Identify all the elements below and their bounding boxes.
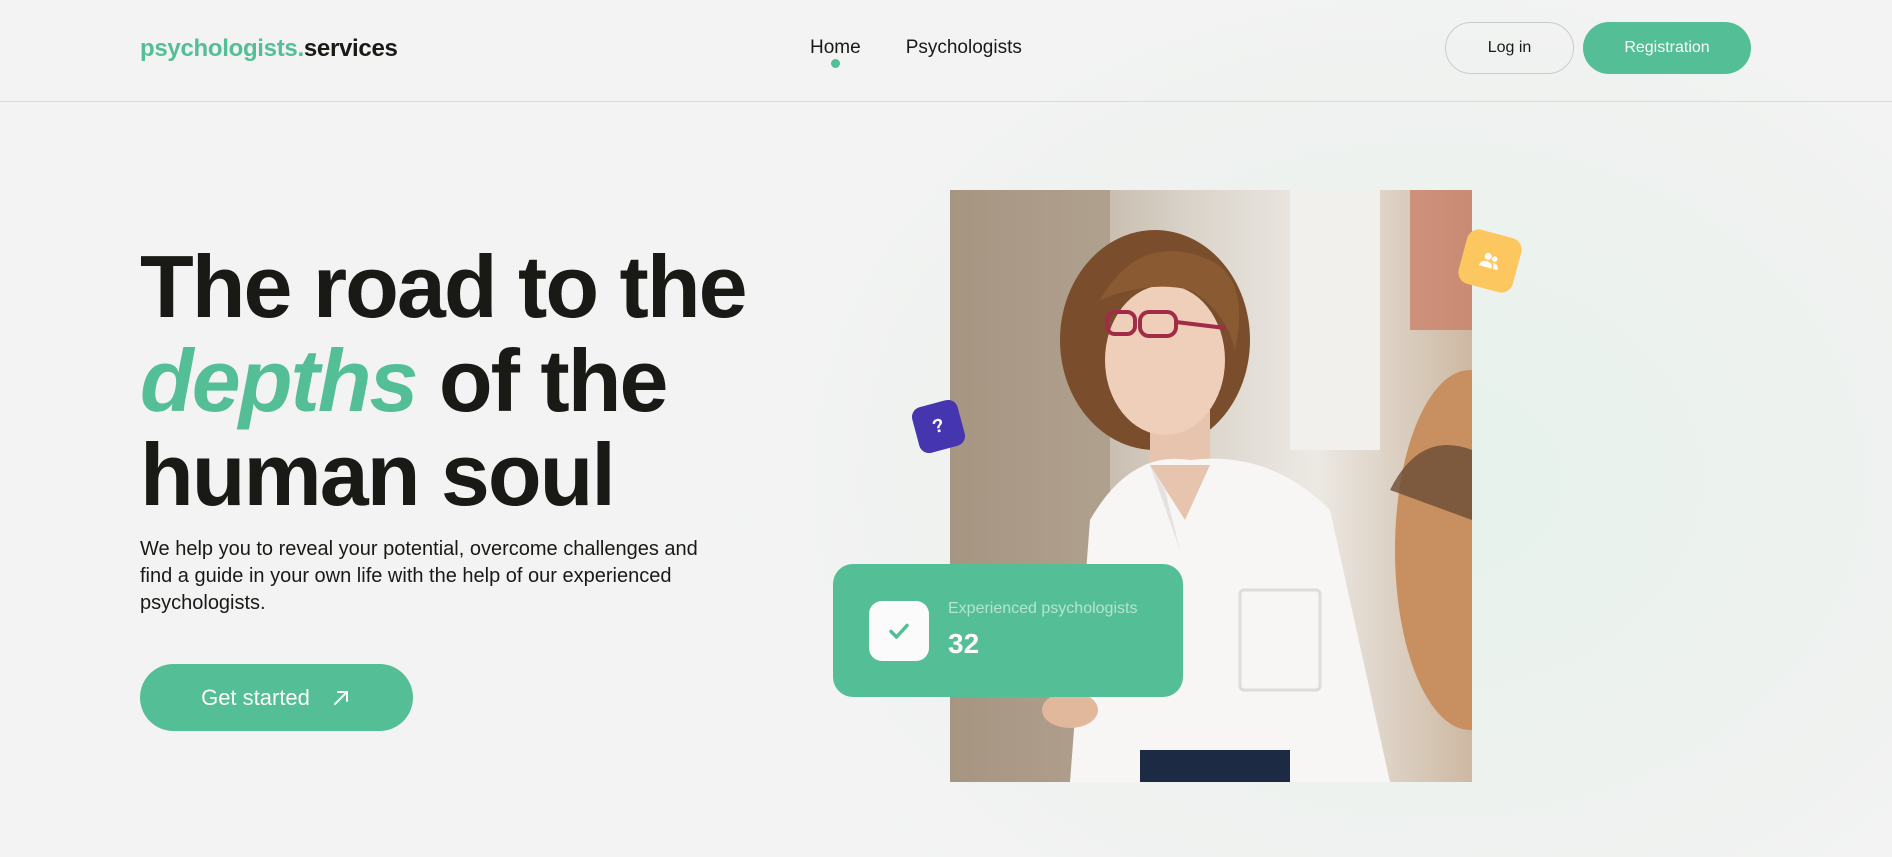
nav-item-psychologists[interactable]: Psychologists	[906, 37, 1022, 59]
get-started-button[interactable]: Get started	[140, 664, 413, 731]
hero-title-line-3: human soul	[140, 425, 616, 524]
logo-suffix: services	[303, 35, 398, 62]
registration-button[interactable]: Registration	[1583, 22, 1751, 74]
check-icon	[889, 623, 909, 639]
login-button[interactable]: Log in	[1445, 22, 1574, 74]
arrow-up-right-icon	[333, 690, 348, 705]
hero-title-line-2-rest: of the	[438, 331, 669, 430]
stat-label: Experienced psychologists	[948, 600, 1138, 617]
logo[interactable]: psychologists.services	[140, 35, 398, 63]
hero-title-line-1: The road to the	[140, 237, 748, 336]
active-indicator-dot	[831, 59, 841, 68]
logo-brand: psychologists.	[140, 35, 304, 62]
main-nav: Home Psychologists	[810, 37, 1022, 68]
hero-title-accent: depths	[140, 331, 418, 430]
users-icon	[1479, 252, 1498, 271]
get-started-label: Get started	[201, 684, 310, 710]
question-icon: ?	[930, 414, 947, 438]
check-badge	[869, 601, 929, 661]
site-header: psychologists.services Home Psychologist…	[0, 0, 1892, 102]
stat-value: 32	[948, 628, 980, 659]
nav-item-home-label: Home	[810, 37, 861, 58]
nav-item-home[interactable]: Home	[810, 37, 861, 68]
nav-item-psychologists-label: Psychologists	[905, 37, 1022, 58]
hero-title-line-2: depths of the	[140, 334, 820, 428]
hero-description: We help you to reveal your potential, ov…	[140, 538, 698, 614]
experienced-psychologists-card: Experienced psychologists 32	[833, 564, 1183, 697]
hero-title: The road to the depths of the human soul	[140, 240, 820, 522]
